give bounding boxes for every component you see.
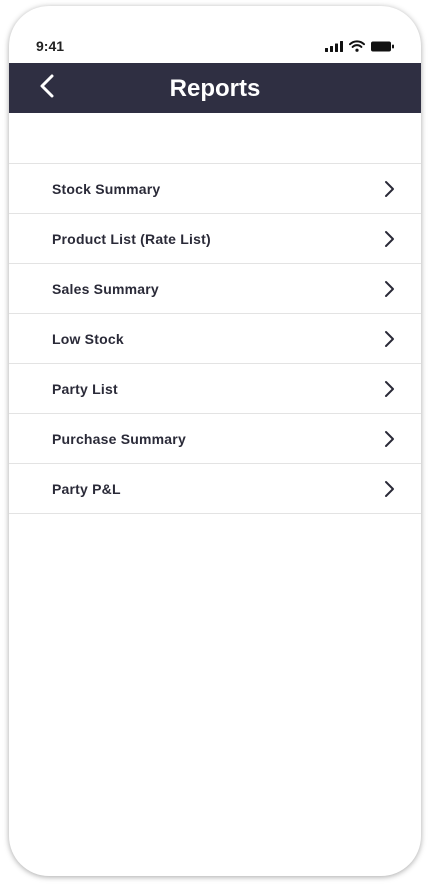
chevron-right-icon [383, 179, 395, 199]
status-icons [325, 39, 395, 57]
chevron-right-icon [383, 429, 395, 449]
report-item-sales-summary[interactable]: Sales Summary [9, 264, 421, 314]
chevron-right-icon [383, 279, 395, 299]
app-header: Reports [9, 63, 421, 113]
report-item-product-list[interactable]: Product List (Rate List) [9, 214, 421, 264]
report-item-label: Purchase Summary [52, 430, 186, 447]
report-item-low-stock[interactable]: Low Stock [9, 314, 421, 364]
page-title: Reports [169, 75, 261, 102]
report-item-party-pnl[interactable]: Party P&L [9, 464, 421, 514]
battery-icon [371, 39, 395, 57]
report-item-label: Stock Summary [52, 180, 161, 197]
signal-icon [325, 39, 343, 57]
chevron-right-icon [383, 229, 395, 249]
report-list: Stock Summary Product List (Rate List) S… [9, 163, 421, 514]
status-bar: 9:41 [9, 6, 421, 63]
chevron-right-icon [383, 379, 395, 399]
report-item-label: Party List [52, 380, 118, 397]
report-item-party-list[interactable]: Party List [9, 364, 421, 414]
report-item-label: Product List (Rate List) [52, 230, 211, 247]
report-item-label: Party P&L [52, 480, 121, 497]
report-item-purchase-summary[interactable]: Purchase Summary [9, 414, 421, 464]
wifi-icon [349, 39, 365, 57]
report-item-stock-summary[interactable]: Stock Summary [9, 164, 421, 214]
chevron-right-icon [383, 329, 395, 349]
report-item-label: Sales Summary [52, 280, 159, 297]
status-time: 9:41 [36, 38, 65, 54]
chevron-right-icon [383, 479, 395, 499]
phone-frame: 9:41 Reports Stock Summary Product List … [9, 6, 421, 876]
report-item-label: Low Stock [52, 330, 124, 347]
